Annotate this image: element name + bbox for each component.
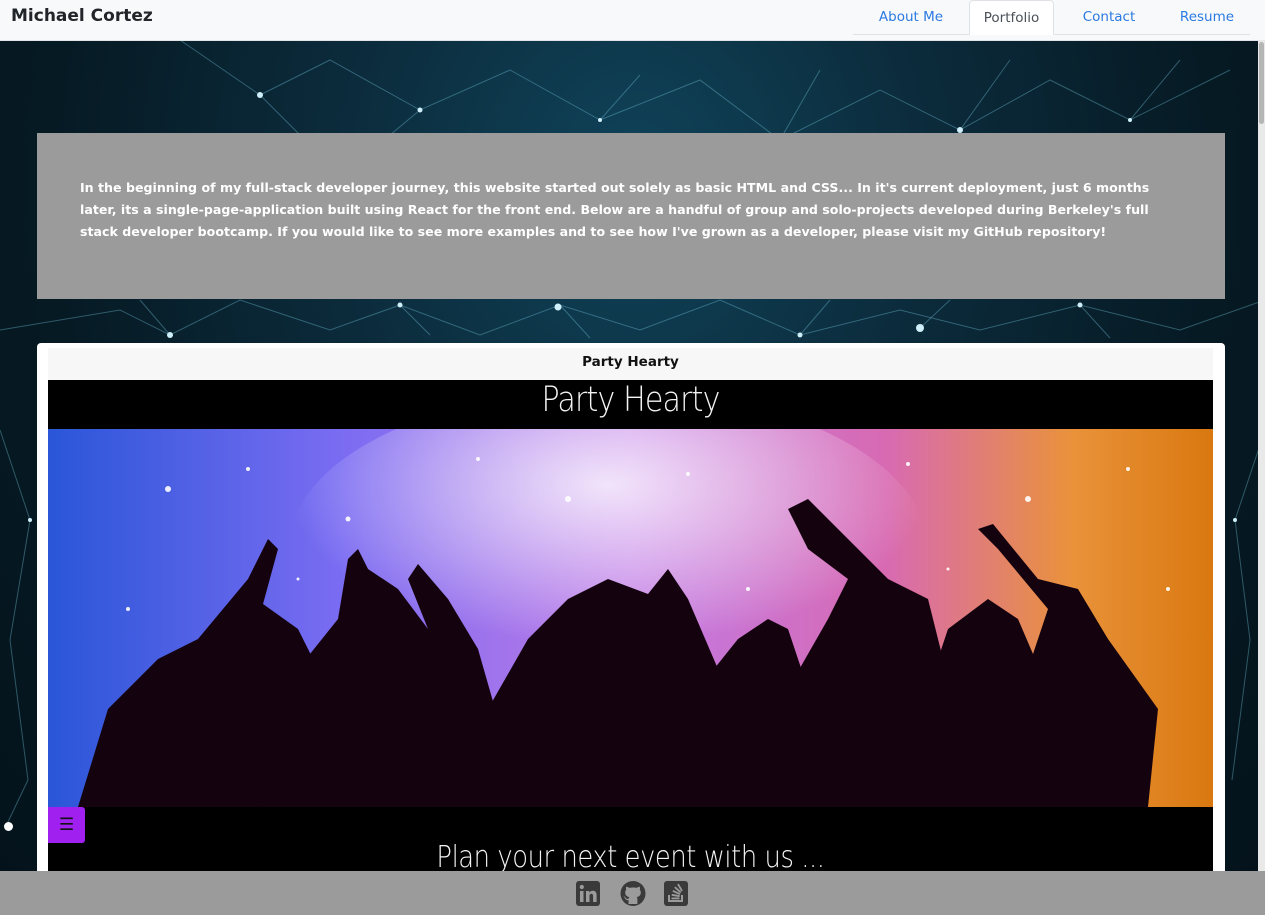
brand-name[interactable]: Michael Cortez [11, 6, 153, 26]
scrollbar-thumb[interactable] [1259, 42, 1264, 124]
stackoverflow-icon[interactable] [663, 880, 689, 907]
project-card: Party Hearty Party Hearty ☰ Plan your ne… [37, 343, 1225, 903]
tab-contact[interactable]: Contact [1054, 0, 1164, 34]
project-screenshot[interactable]: Party Hearty ☰ Plan your next event with… [48, 380, 1213, 903]
intro-panel: In the beginning of my full-stack develo… [37, 133, 1225, 299]
tab-resume[interactable]: Resume [1164, 0, 1250, 34]
background-dot [4, 822, 13, 831]
tab-portfolio[interactable]: Portfolio [969, 0, 1054, 35]
tab-about-me[interactable]: About Me [853, 0, 969, 34]
github-icon[interactable] [620, 880, 646, 907]
party-hero-image [48, 429, 1213, 807]
intro-text: In the beginning of my full-stack develo… [80, 180, 1150, 239]
project-card-title: Party Hearty [48, 348, 1213, 380]
hamburger-icon: ☰ [58, 815, 75, 835]
linkedin-icon[interactable] [575, 880, 601, 907]
screenshot-title: Party Hearty [541, 380, 720, 420]
page-scrollbar[interactable] [1258, 40, 1265, 871]
hamburger-menu-button[interactable]: ☰ [48, 807, 85, 843]
screenshot-tagline: Plan your next event with us ... [436, 840, 825, 875]
nav-tabs: About Me Portfolio Contact Resume [853, 0, 1250, 35]
footer [0, 871, 1265, 915]
top-navbar: Michael Cortez About Me Portfolio Contac… [0, 0, 1265, 41]
